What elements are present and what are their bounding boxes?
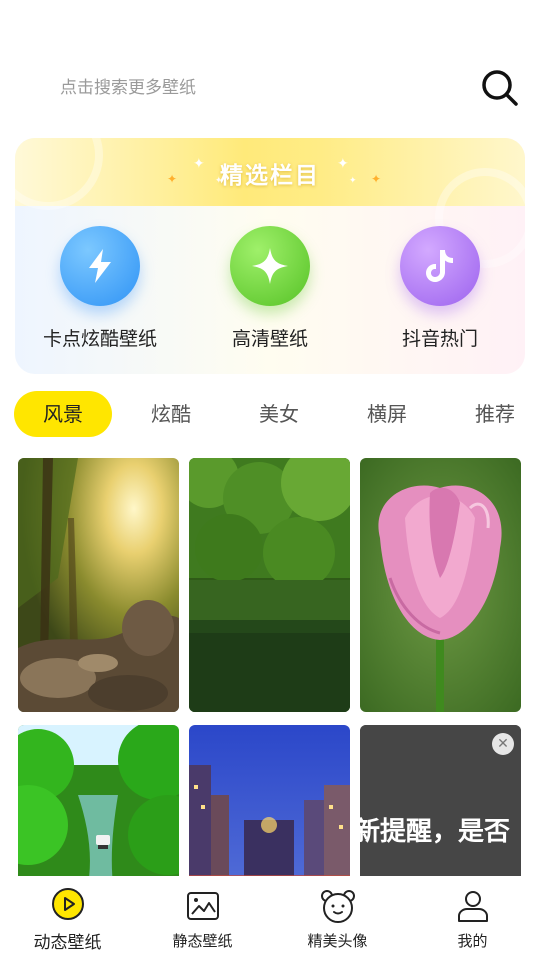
nav-item-touxiang[interactable]: 精美头像 [270, 876, 405, 960]
feature-label: 抖音热门 [401, 328, 478, 350]
bear-face-icon [321, 890, 355, 923]
ad-overlay: 新提醒，是否 ✕ [360, 725, 521, 876]
green-lake-image [189, 458, 350, 712]
feature-circle [60, 226, 140, 306]
wallpaper-tile[interactable] [189, 725, 350, 876]
feature-circle [230, 226, 310, 306]
forest-sunlight-image [18, 458, 179, 712]
search-bar[interactable] [0, 58, 540, 118]
tab-xuanku[interactable]: 炫酷 [136, 391, 206, 437]
nav-label: 静态壁纸 [172, 932, 233, 950]
tab-fengjing[interactable]: 风景 [14, 391, 112, 437]
ad-text: 新提醒，是否 [360, 817, 511, 847]
lightning-icon [89, 249, 111, 283]
user-icon [458, 891, 488, 922]
close-icon[interactable]: ✕ [492, 733, 514, 755]
nav-label: 精美头像 [307, 932, 368, 950]
green-river-image [18, 725, 179, 876]
tab-meinv[interactable]: 美女 [244, 391, 314, 437]
wallpaper-tile[interactable] [18, 725, 179, 876]
tiktok-note-icon [426, 250, 453, 282]
wallpaper-grid: 新提醒，是否 ✕ [0, 456, 540, 876]
search-icon[interactable] [480, 68, 520, 108]
feature-label: 高清壁纸 [231, 328, 308, 350]
nav-item-jingtai[interactable]: 静态壁纸 [135, 876, 270, 960]
tab-tuijian[interactable]: 推荐 [460, 391, 530, 437]
city-night-image [189, 725, 350, 876]
feature-item-kadian[interactable]: 卡点炫酷壁纸 [15, 226, 185, 356]
sparkle-star-icon [252, 248, 288, 284]
nav-item-dongtai[interactable]: 动态壁纸 [0, 876, 135, 960]
wallpaper-tile[interactable] [18, 458, 179, 712]
tab-hengping[interactable]: 横屏 [352, 391, 422, 437]
wallpaper-tile[interactable] [189, 458, 350, 712]
featured-title: 精选栏目 [220, 163, 320, 189]
bottom-nav: 动态壁纸 静态壁纸 精美头像 我的 [0, 876, 540, 960]
play-circle-icon [52, 888, 84, 920]
featured-header: ✦ ✦ ✦ ✦ ✦ ✦ 精选栏目 [15, 138, 525, 268]
wallpaper-tile[interactable] [360, 458, 521, 712]
pink-tulip-image [360, 458, 521, 712]
image-icon [187, 892, 219, 920]
nav-label: 我的 [457, 932, 488, 950]
feature-item-douyin[interactable]: 抖音热门 [355, 226, 525, 356]
nav-label: 动态壁纸 [33, 933, 102, 953]
feature-item-hd[interactable]: 高清壁纸 [185, 226, 355, 356]
nav-item-mine[interactable]: 我的 [405, 876, 540, 960]
feature-circle [400, 226, 480, 306]
featured-section: ✦ ✦ ✦ ✦ ✦ ✦ 精选栏目 卡点炫酷壁纸 高清壁纸 抖音热门 [15, 138, 525, 374]
ad-tile[interactable]: 新提醒，是否 ✕ [360, 725, 521, 876]
feature-label: 卡点炫酷壁纸 [42, 328, 157, 350]
category-tabs: 风景 炫酷 美女 横屏 推荐 [0, 390, 540, 438]
search-input[interactable] [60, 72, 450, 104]
